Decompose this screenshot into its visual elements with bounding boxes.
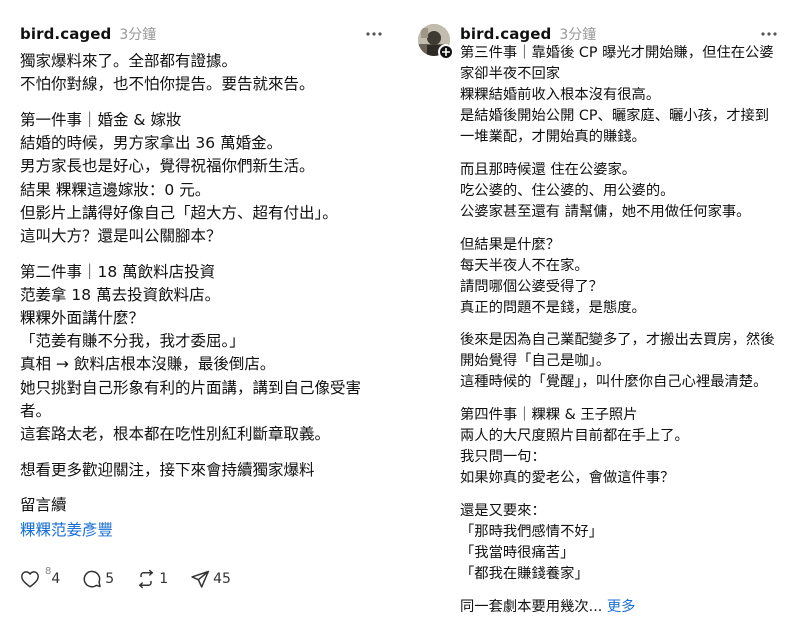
post-actions: 84 5 1 45 xyxy=(20,566,253,590)
post-header: bird.caged 3分鐘 xyxy=(20,24,156,44)
like-count-sup: 8 xyxy=(45,566,52,577)
show-more-link[interactable]: 更多 xyxy=(607,599,636,615)
post-text-line: 不怕你對線，也不怕你提告。要告就來告。 xyxy=(20,75,315,94)
post-header: bird.caged 3分鐘 xyxy=(460,24,596,44)
heart-icon xyxy=(21,571,39,588)
post-text-line: 真相 → 飲料店根本沒賺，最後倒店。 xyxy=(20,355,276,374)
post-text-line: 「那時我們感情不好」 xyxy=(460,523,603,540)
post-text-line: 第二件事｜18 萬飲料店投資 xyxy=(20,262,216,281)
post-text-line: 粿粿結婚前收入根本沒有很高。 xyxy=(460,87,661,103)
post-text-line: 想看更多歡迎關注，接下來會持續獨家爆料 xyxy=(20,460,315,479)
post-text-line: 請問哪個公婆受得了？ xyxy=(460,278,603,295)
more-options-button[interactable] xyxy=(757,24,781,44)
post-text-line: 公婆家甚至還有 請幫傭，她不用做任何家事。 xyxy=(460,203,751,220)
post-text-line: 獨家爆料來了。全部都有證據。 xyxy=(20,52,238,70)
post-text-line: 但影片上講得好像自己「超大方、超有付出」。 xyxy=(20,203,338,222)
post-left: bird.caged 3分鐘 獨家爆料來了。全部都有證據。 不怕你對線，也不怕你… xyxy=(0,0,398,620)
share-count: 45 xyxy=(213,571,231,587)
repost-count: 1 xyxy=(159,571,169,587)
post-text-line: 兩人的大尺度照片目前都在手上了。 xyxy=(460,428,689,445)
post-text-line: 真正的問題不是錢，是態度。 xyxy=(460,299,646,316)
post-text-line: 每天半夜人不在家。 xyxy=(460,257,589,274)
timestamp: 3分鐘 xyxy=(559,27,597,43)
post-text-line: 這種時候的「覺醒」，叫什麼你自己心裡最清楚。 xyxy=(460,374,768,391)
post-text-line: 我只問一句： xyxy=(460,449,546,466)
post-text-line: 而且那時候還 住在公婆家。 xyxy=(460,161,637,178)
reply-count: 5 xyxy=(105,571,115,587)
post-text-line: 是結婚後開始公開 CP、曬家庭、曬小孩，才接到 xyxy=(460,108,770,124)
post-text-line: 開始覺得「自己是咖」。 xyxy=(460,353,611,370)
post-text-line: 結婚的時候，男方家拿出 36 萬婚金。 xyxy=(20,134,283,153)
comment-icon xyxy=(83,570,102,588)
avatar[interactable] xyxy=(418,24,454,60)
post-text-line: 結果 粿粿這邊嫁妝：0 元。 xyxy=(20,180,211,199)
post-text-line: 男方家長也是好心，覺得祝福你們新生活。 xyxy=(20,157,315,176)
threads-screenshot: bird.caged 3分鐘 獨家爆料來了。全部都有證據。 不怕你對線，也不怕你… xyxy=(0,0,800,620)
post-right: bird.caged 3分鐘 第三件事｜靠婚後 CP 曝光才開始賺，但住在公婆 … xyxy=(402,0,800,620)
more-dots-icon xyxy=(761,32,777,36)
reply-button[interactable]: 5 xyxy=(82,569,114,589)
post-text-line: 「我當時很痛苦」 xyxy=(460,544,575,561)
like-count-main: 4 xyxy=(51,571,61,587)
username[interactable]: bird.caged xyxy=(460,25,551,43)
post-body: 第三件事｜靠婚後 CP 曝光才開始賺，但住在公婆 家卻半夜不回家 粿粿結婚前收入… xyxy=(460,43,790,618)
post-text-line: 還是又要來： xyxy=(460,502,546,519)
send-icon xyxy=(191,570,210,588)
post-text-line: 這套路太老，根本都在吃性別紅利斷章取義。 xyxy=(20,425,331,444)
post-text-line: 這叫大方？還是叫公關腳本？ xyxy=(20,226,222,245)
post-text-line: 「都我在賺錢養家」 xyxy=(460,565,589,582)
share-button[interactable]: 45 xyxy=(190,569,231,589)
more-options-button[interactable] xyxy=(362,24,386,44)
timestamp: 3分鐘 xyxy=(119,27,157,43)
post-text-line: 一堆業配，才開始真的賺錢。 xyxy=(460,129,646,145)
post-text-line: 范姜拿 18 萬去投資飲料店。 xyxy=(20,285,221,304)
truncated-text: 同一套劇本要用幾次... xyxy=(460,598,603,615)
hashtag-link[interactable]: 粿粿范姜彥豐 xyxy=(20,519,390,542)
post-text-line: 但結果是什麼？ xyxy=(460,236,561,253)
post-text-line: 留言續 xyxy=(20,496,67,515)
follow-plus-icon[interactable] xyxy=(438,44,454,60)
post-text-line-last: 同一套劇本要用幾次... 更多 xyxy=(460,597,790,618)
post-text-line: 第一件事｜婚金 & 嫁妝 xyxy=(20,110,182,129)
post-text-line: 第四件事｜粿粿 & 王子照片 xyxy=(460,407,638,424)
repost-button[interactable]: 1 xyxy=(136,569,168,589)
repost-icon xyxy=(139,569,154,589)
username[interactable]: bird.caged xyxy=(20,25,111,43)
post-text-line: 第三件事｜靠婚後 CP 曝光才開始賺，但住在公婆 xyxy=(460,45,774,61)
post-text-line: 「范姜有賺不分我，我才委屈。」 xyxy=(20,332,245,351)
post-text-line: 家卻半夜不回家 xyxy=(460,66,561,82)
like-button[interactable]: 84 xyxy=(20,566,61,588)
post-text-line: 吃公婆的、住公婆的、用公婆的。 xyxy=(460,182,675,199)
post-text-line: 粿粿外面講什麼？ xyxy=(20,309,145,328)
more-dots-icon xyxy=(366,32,382,36)
post-text-line: 如果妳真的愛老公，會做這件事？ xyxy=(460,470,675,487)
like-count: 84 xyxy=(43,566,61,587)
post-text-line: 她只挑對自己形象有利的片面講，講到自己像受害者。 xyxy=(20,378,362,420)
post-text-line: 後來是因為自己業配變多了，才搬出去買房，然後 xyxy=(460,332,775,349)
post-body: 獨家爆料來了。全部都有證據。 不怕你對線，也不怕你提告。要告就來告。 第一件事｜… xyxy=(20,50,390,542)
